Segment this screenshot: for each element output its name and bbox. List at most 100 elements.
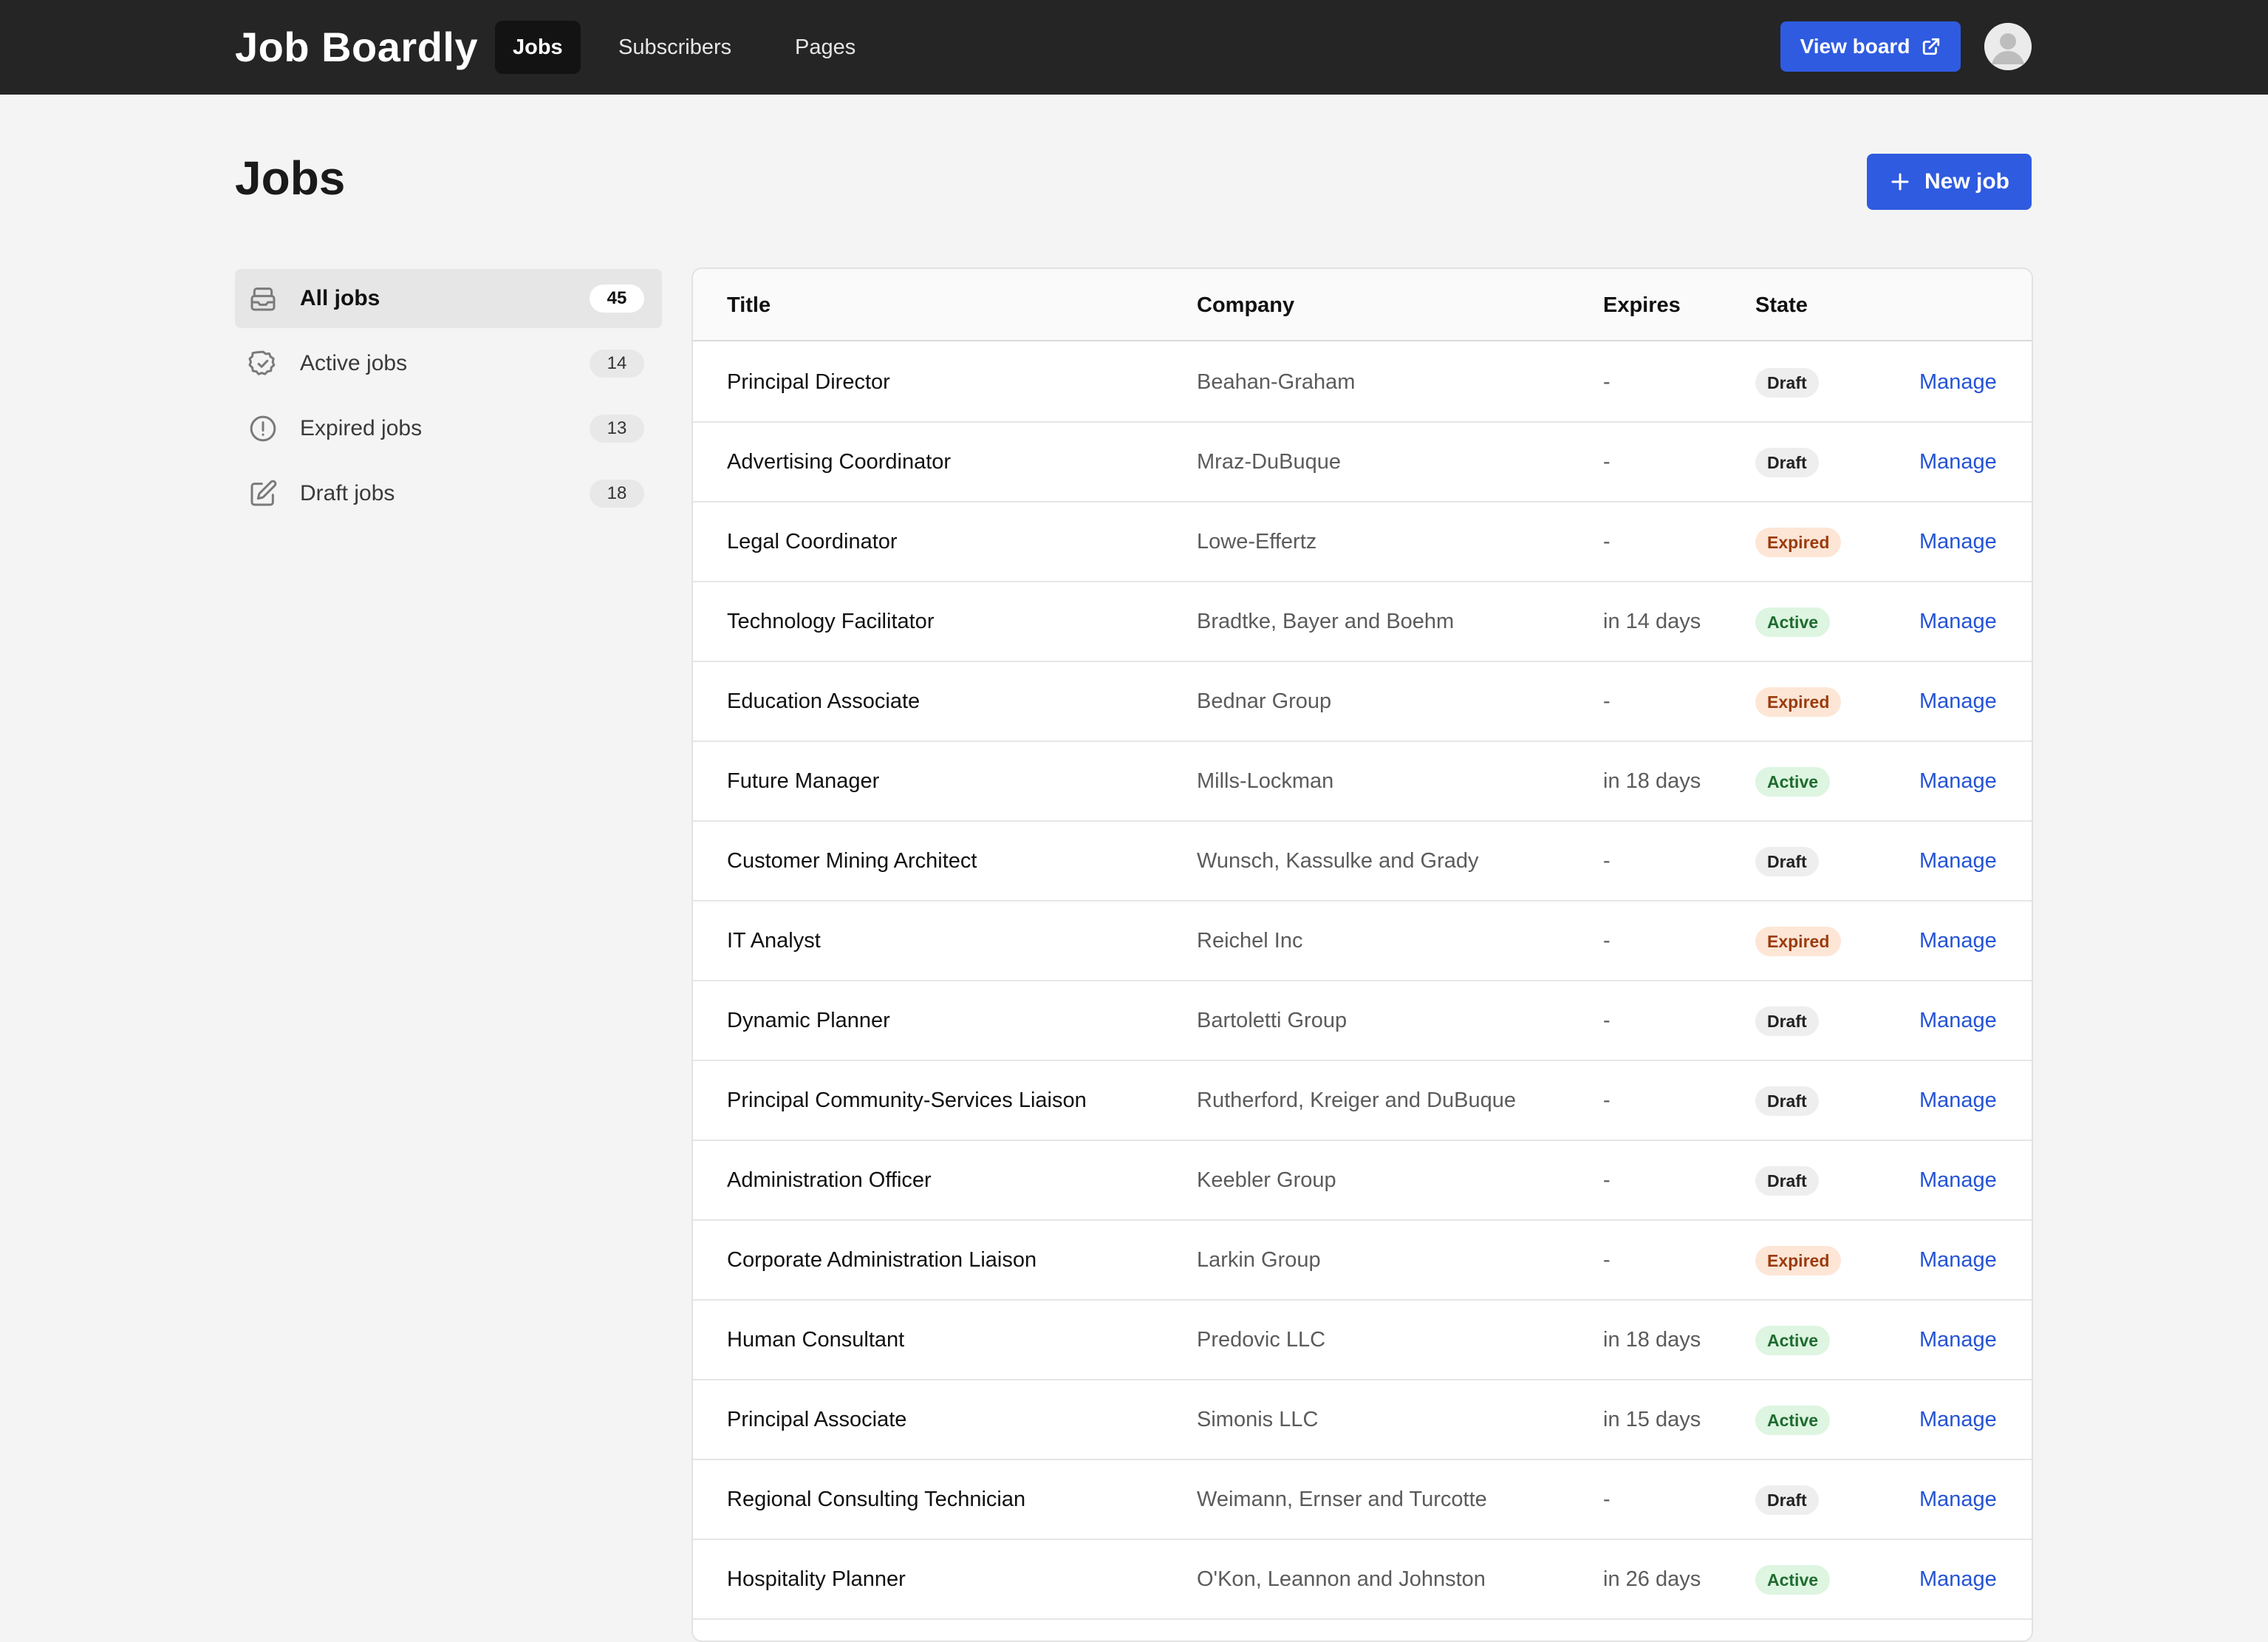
view-board-label: View board [1800, 35, 1910, 58]
job-title: Future Manager [727, 769, 880, 793]
status-badge: Active [1755, 1565, 1831, 1595]
company-name: Keebler Group [1197, 1168, 1336, 1192]
expires-value: in 18 days [1603, 1328, 1701, 1352]
count-badge: 45 [590, 285, 644, 313]
job-title: Administration Officer [727, 1168, 932, 1192]
table-row: Principal Associate Simonis LLC in 15 days… [693, 1380, 2032, 1460]
table-row: Advertising Coordinator Mraz-DuBuque - Draf… [693, 423, 2032, 503]
manage-link[interactable]: Manage [1919, 1460, 1997, 1539]
count-badge: 13 [590, 415, 644, 443]
manage-link[interactable]: Manage [1919, 582, 1997, 661]
manage-link[interactable]: Manage [1919, 742, 1997, 820]
job-title: Legal Coordinator [727, 530, 898, 553]
jobs-filter-sidebar: All jobs 45 Active jobs 14 Expired jobs … [235, 269, 662, 529]
table-row: Legal Coordinator Lowe-Effertz - Expired Man… [693, 503, 2032, 582]
top-navbar: Job Boardly Jobs Subscribers Pages View … [0, 0, 2268, 95]
company-name: Bradtke, Bayer and Boehm [1197, 610, 1455, 633]
status-badge: Draft [1755, 1086, 1819, 1117]
company-name: Lowe-Effertz [1197, 530, 1317, 553]
job-title: Regional Consulting Technician [727, 1488, 1026, 1511]
state-cell: Active [1755, 742, 1831, 820]
job-title: Principal Director [727, 370, 890, 394]
column-header-company[interactable]: Company [1197, 269, 1294, 341]
column-header-expires[interactable]: Expires [1603, 269, 1681, 341]
job-title: Technology Facilitator [727, 610, 935, 633]
manage-link[interactable]: Manage [1919, 902, 1997, 980]
job-title: Education Associate [727, 689, 920, 713]
company-name: Mills-Lockman [1197, 769, 1334, 793]
manage-link[interactable]: Manage [1919, 423, 1997, 501]
state-cell: Expired [1755, 1221, 1842, 1299]
manage-link[interactable]: Manage [1919, 1061, 1997, 1139]
job-title: IT Analyst [727, 929, 821, 953]
manage-link[interactable]: Manage [1919, 822, 1997, 900]
brand-logo[interactable]: Job Boardly [235, 0, 478, 95]
column-header-state[interactable]: State [1755, 269, 1808, 341]
expires-value: - [1603, 1248, 1611, 1272]
state-cell: Active [1755, 1301, 1831, 1379]
status-badge: Active [1755, 607, 1831, 638]
sidebar-item-all-jobs[interactable]: All jobs 45 [235, 269, 662, 328]
expires-value: - [1603, 370, 1611, 394]
expires-value: - [1603, 1009, 1611, 1032]
manage-link[interactable]: Manage [1919, 1380, 1997, 1459]
company-name: Bednar Group [1197, 689, 1332, 713]
company-name: O'Kon, Leannon and Johnston [1197, 1567, 1486, 1591]
manage-link[interactable]: Manage [1919, 1301, 1997, 1379]
sidebar-item-draft-jobs[interactable]: Draft jobs 18 [235, 464, 662, 523]
new-job-label: New job [1924, 169, 2009, 194]
job-title: Corporate Administration Liaison [727, 1248, 1037, 1272]
job-title: Customer Mining Architect [727, 849, 977, 873]
company-name: Rutherford, Kreiger and DuBuque [1197, 1089, 1517, 1112]
jobs-table: Title Company Expires State Principal Di… [691, 268, 2033, 1642]
manage-link[interactable]: Manage [1919, 1141, 1997, 1219]
external-link-icon [1923, 38, 1940, 55]
new-job-button[interactable]: New job [1867, 154, 2032, 210]
manage-link[interactable]: Manage [1919, 662, 1997, 740]
manage-link[interactable]: Manage [1919, 981, 1997, 1060]
sidebar-item-label: Expired jobs [300, 416, 423, 440]
status-badge: Active [1755, 1406, 1831, 1436]
status-badge: Draft [1755, 448, 1819, 478]
manage-link[interactable]: Manage [1919, 503, 1997, 581]
expires-value: - [1603, 450, 1611, 474]
view-board-button[interactable]: View board [1780, 21, 1961, 72]
table-row: Principal Community-Services Liaison Ruth… [693, 1061, 2032, 1141]
plus-icon [1891, 173, 1909, 191]
state-cell: Expired [1755, 503, 1842, 581]
state-cell: Active [1755, 1380, 1831, 1459]
user-avatar[interactable] [1984, 23, 2032, 70]
status-badge: Draft [1755, 1006, 1819, 1037]
page-title: Jobs [235, 151, 346, 205]
manage-link[interactable]: Manage [1919, 343, 1997, 421]
table-row: Customer Mining Architect Wunsch, Kassulk… [693, 822, 2032, 902]
count-badge: 14 [590, 350, 644, 378]
sidebar-item-label: All jobs [300, 286, 380, 310]
state-cell: Draft [1755, 423, 1819, 501]
nav-tab-pages[interactable]: Pages [777, 21, 873, 74]
manage-link[interactable]: Manage [1919, 1540, 1997, 1618]
status-badge: Expired [1755, 927, 1842, 957]
nav-tab-jobs[interactable]: Jobs [495, 21, 581, 74]
expires-value: - [1603, 689, 1611, 713]
sidebar-item-expired-jobs[interactable]: Expired jobs 13 [235, 399, 662, 458]
column-header-title[interactable]: Title [727, 269, 771, 341]
user-icon [1984, 23, 2032, 70]
status-badge: Draft [1755, 847, 1819, 877]
state-cell: Draft [1755, 1460, 1819, 1539]
sidebar-item-active-jobs[interactable]: Active jobs 14 [235, 334, 662, 393]
state-cell: Expired [1755, 662, 1842, 740]
expires-value: - [1603, 530, 1611, 553]
expires-value: in 15 days [1603, 1408, 1701, 1431]
table-row: Technology Facilitator Bradtke, Bayer and… [693, 582, 2032, 662]
state-cell: Draft [1755, 822, 1819, 900]
state-cell: Draft [1755, 1141, 1819, 1219]
expires-value: - [1603, 1089, 1611, 1112]
manage-link[interactable]: Manage [1919, 1221, 1997, 1299]
expires-value: - [1603, 849, 1611, 873]
table-row: Principal Director Beahan-Graham - Draft Man… [693, 343, 2032, 423]
nav-tab-subscribers[interactable]: Subscribers [601, 21, 749, 74]
table-row: Regional Consulting Technician Weimann, E… [693, 1460, 2032, 1540]
table-row: Future Manager Mills-Lockman in 18 days Act… [693, 742, 2032, 822]
state-cell: Draft [1755, 343, 1819, 421]
